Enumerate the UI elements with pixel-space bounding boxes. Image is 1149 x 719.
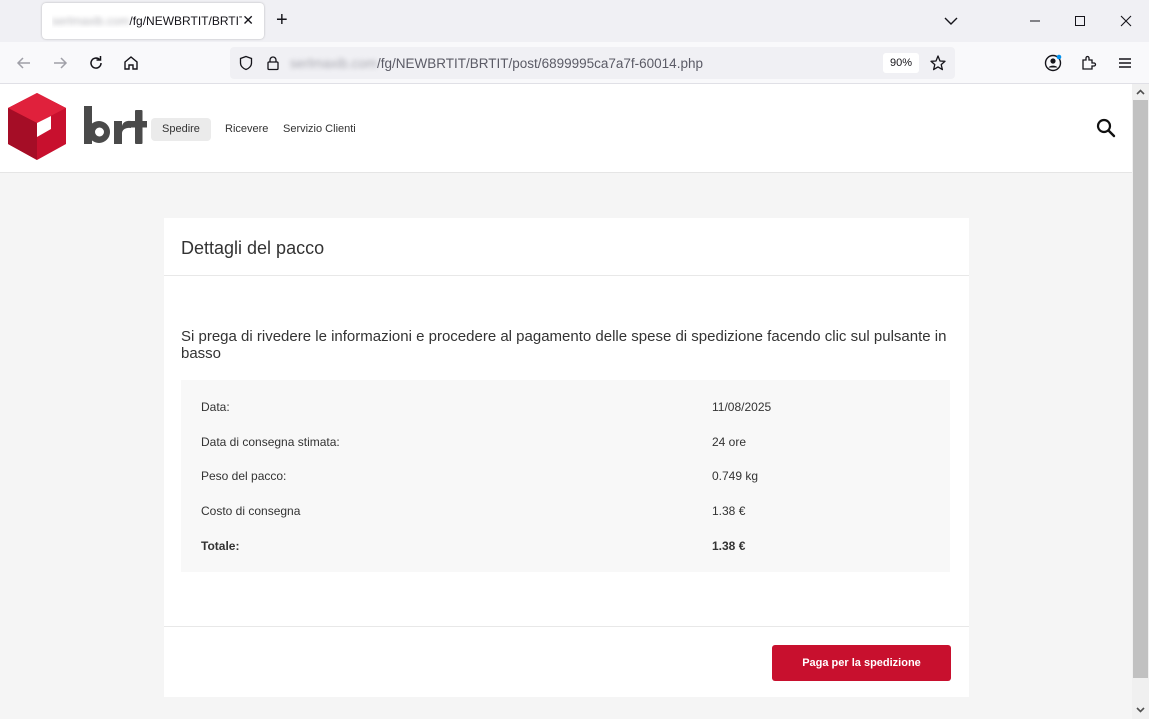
detail-value: 24 ore xyxy=(712,435,747,449)
url-blurred-host: serlmaxib.com xyxy=(290,56,378,71)
lock-icon[interactable] xyxy=(264,54,282,72)
tab-close-icon[interactable]: ✕ xyxy=(242,12,254,29)
detail-label: Data: xyxy=(201,400,230,414)
list-all-tabs-chevron-icon[interactable] xyxy=(942,12,960,30)
browser-tab[interactable]: serlmaxib.com/fg/NEWBRTIT/BRTIT ✕ xyxy=(42,3,264,39)
account-icon[interactable] xyxy=(1042,52,1064,74)
card-title: Dettagli del pacco xyxy=(181,238,325,258)
close-window-icon[interactable] xyxy=(1115,10,1137,32)
tab-title: serlmaxib.com/fg/NEWBRTIT/BRTIT xyxy=(52,14,242,28)
detail-label: Peso del pacco: xyxy=(201,469,287,483)
detail-row-total: Totale: 1.38 € xyxy=(181,539,950,559)
detail-row-delivery-cost: Costo di consegna 1.38 € xyxy=(181,504,950,524)
divider xyxy=(164,275,969,276)
nav-servizio-clienti[interactable]: Servizio Clienti xyxy=(283,118,356,141)
url-text[interactable]: serlmaxib.com/fg/NEWBRTIT/BRTIT/post/689… xyxy=(290,56,703,71)
tracking-protection-shield-icon[interactable] xyxy=(237,54,255,72)
detail-row-weight: Peso del pacco: 0.749 kg xyxy=(181,469,950,489)
detail-row-estimated-delivery: Data di consegna stimata: 24 ore xyxy=(181,435,950,455)
nav-spedire[interactable]: Spedire xyxy=(151,118,211,141)
page-scrollbar[interactable] xyxy=(1132,84,1149,719)
scroll-up-arrow-icon[interactable] xyxy=(1135,87,1146,98)
tab-title-path: /fg/NEWBRTIT/BRTIT xyxy=(129,14,242,28)
detail-label: Data di consegna stimata: xyxy=(201,435,340,449)
url-bar[interactable]: serlmaxib.com/fg/NEWBRTIT/BRTIT/post/689… xyxy=(230,47,955,79)
detail-row-data: Data: 11/08/2025 xyxy=(181,400,950,420)
brt-logo[interactable] xyxy=(8,92,148,162)
tab-strip: serlmaxib.com/fg/NEWBRTIT/BRTIT ✕ + xyxy=(0,0,1149,42)
scrollbar-thumb[interactable] xyxy=(1133,100,1148,678)
home-icon[interactable] xyxy=(120,52,142,74)
detail-value: 1.38 € xyxy=(712,539,746,553)
page-viewport: Spedire Ricevere Servizio Clienti Dettag… xyxy=(0,84,1132,719)
intro-text: Si prega di rivedere le informazioni e p… xyxy=(181,328,947,362)
tab-title-blurred-host: serlmaxib.com xyxy=(52,14,130,28)
forward-arrow-icon[interactable] xyxy=(49,52,71,74)
back-arrow-icon[interactable] xyxy=(13,52,35,74)
nav-ricevere[interactable]: Ricevere xyxy=(225,118,268,141)
reload-icon[interactable] xyxy=(85,52,107,74)
new-tab-button[interactable]: + xyxy=(276,10,288,30)
app-menu-hamburger-icon[interactable] xyxy=(1114,52,1136,74)
pay-shipping-button[interactable]: Paga per la spedizione xyxy=(772,645,951,681)
search-icon[interactable] xyxy=(1096,118,1116,138)
detail-value: 11/08/2025 xyxy=(712,400,772,414)
site-header: Spedire Ricevere Servizio Clienti xyxy=(0,84,1132,173)
package-details-card: Dettagli del pacco Si prega di rivedere … xyxy=(164,218,969,697)
detail-value: 1.38 € xyxy=(712,504,746,518)
detail-label: Totale: xyxy=(201,539,240,553)
url-path: /fg/NEWBRTIT/BRTIT/post/6899995ca7a7f-60… xyxy=(377,56,703,71)
maximize-icon[interactable] xyxy=(1069,10,1091,32)
scroll-down-arrow-icon[interactable] xyxy=(1135,704,1146,715)
bookmark-star-icon[interactable] xyxy=(929,54,947,72)
details-table: Data: 11/08/2025 Data di consegna stimat… xyxy=(181,380,950,572)
navigation-toolbar: serlmaxib.com/fg/NEWBRTIT/BRTIT/post/689… xyxy=(0,42,1149,84)
zoom-level-badge[interactable]: 90% xyxy=(883,53,919,73)
detail-label: Costo di consegna xyxy=(201,504,301,518)
extensions-puzzle-icon[interactable] xyxy=(1078,52,1100,74)
minimize-icon[interactable] xyxy=(1024,10,1046,32)
divider xyxy=(164,626,969,627)
detail-value: 0.749 kg xyxy=(712,469,759,483)
